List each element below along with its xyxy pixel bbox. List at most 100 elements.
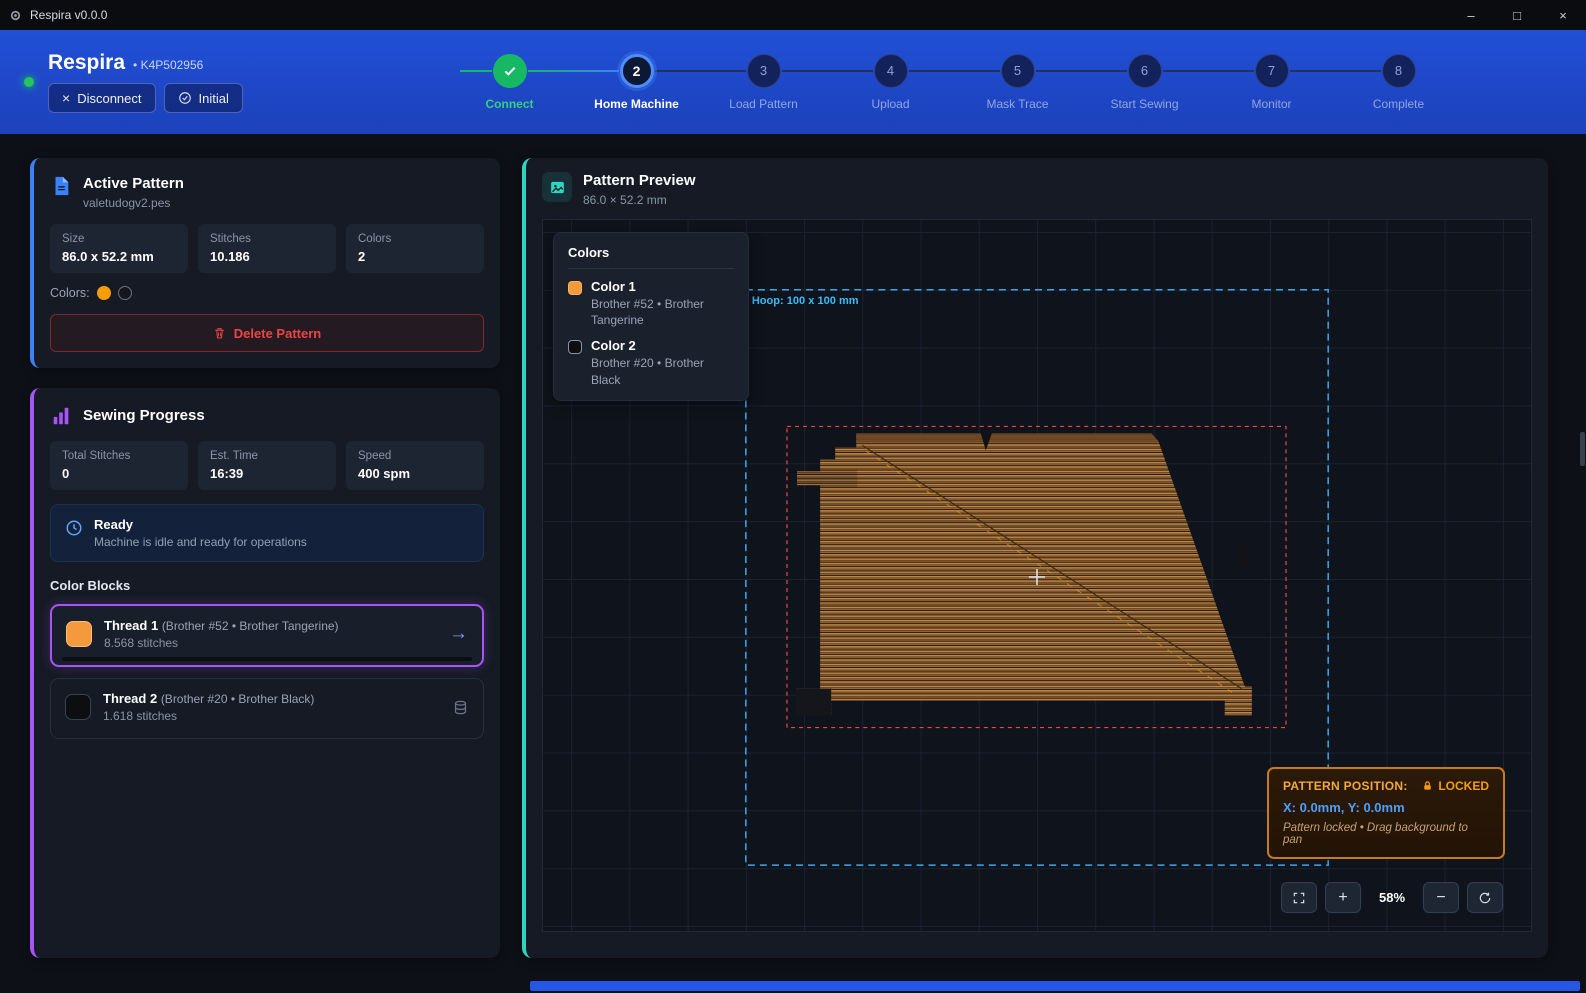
zoom-controls: + 58% − xyxy=(1281,882,1503,913)
color-swatch xyxy=(568,281,582,295)
thread-swatch xyxy=(65,694,91,720)
app-icon xyxy=(0,9,30,22)
step-label: Load Pattern xyxy=(729,97,798,111)
step-connector xyxy=(1290,70,1381,72)
step-connector xyxy=(528,70,619,72)
legend-item-color-1: Color 1 Brother #52 • Brother Tangerine xyxy=(568,279,734,328)
machine-serial: • K4P502956 xyxy=(133,58,203,72)
pattern-position-box: PATTERN POSITION: LOCKED X: 0.0mm, Y: 0.… xyxy=(1267,767,1505,859)
fit-view-icon xyxy=(1292,891,1306,905)
step-complete[interactable]: 8 Complete xyxy=(1335,54,1462,111)
zoom-level: 58% xyxy=(1369,890,1415,905)
step-label: Start Sewing xyxy=(1110,97,1178,111)
database-icon xyxy=(452,699,469,716)
thread-2-card[interactable]: Thread 2 (Brother #20 • Brother Black) 1… xyxy=(50,678,484,739)
bar-chart-icon xyxy=(50,405,72,427)
window-title: Respira v0.0.0 xyxy=(30,8,107,22)
machine-status: Ready Machine is idle and ready for oper… xyxy=(50,504,484,562)
step-connect[interactable]: Connect xyxy=(446,54,573,111)
minimize-button[interactable]: – xyxy=(1448,0,1494,30)
step-label: Monitor xyxy=(1251,97,1291,111)
horizontal-scrollbar[interactable] xyxy=(530,981,1580,991)
workflow-stepper: Connect 2 Home Machine 3 Load Pattern 4 … xyxy=(446,54,1462,111)
document-icon xyxy=(50,175,72,197)
step-label: Mask Trace xyxy=(986,97,1048,111)
step-connector xyxy=(460,70,492,72)
locked-badge: LOCKED xyxy=(1422,779,1489,793)
position-hint: Pattern locked • Drag background to pan xyxy=(1283,822,1489,846)
color-blocks-heading: Color Blocks xyxy=(50,578,484,593)
clock-icon xyxy=(65,519,83,537)
step-label: Upload xyxy=(871,97,909,111)
initial-button[interactable]: Initial xyxy=(164,83,243,113)
step-circle: 8 xyxy=(1382,54,1416,88)
fit-view-button[interactable] xyxy=(1281,882,1317,913)
preview-canvas[interactable]: Hoop: 100 x 100 mm xyxy=(542,219,1532,932)
colors-label: Colors: xyxy=(50,286,90,300)
thread-1-card[interactable]: Thread 1 (Brother #52 • Brother Tangerin… xyxy=(50,604,484,667)
step-circle: 7 xyxy=(1255,54,1289,88)
step-circle: 6 xyxy=(1128,54,1162,88)
stat-total-stitches: Total Stitches 0 xyxy=(50,441,188,490)
thread-progress-track xyxy=(62,657,472,661)
maximize-button[interactable]: □ xyxy=(1494,0,1540,30)
legend-item-color-2: Color 2 Brother #20 • Brother Black xyxy=(568,338,734,387)
black-detail-foot xyxy=(796,689,831,716)
pattern-filename: valetudogv2.pes xyxy=(83,196,184,210)
arrow-right-icon: → xyxy=(449,623,468,645)
legend-title: Colors xyxy=(568,245,734,269)
panel-title: Pattern Preview xyxy=(583,172,696,189)
step-load-pattern[interactable]: 3 Load Pattern xyxy=(700,54,827,111)
step-monitor[interactable]: 7 Monitor xyxy=(1208,54,1335,111)
color-dot-orange xyxy=(97,286,111,300)
app-window: Respira v0.0.0 – □ × Respira • K4P502956… xyxy=(0,0,1586,993)
pattern-preview-panel: Pattern Preview 86.0 × 52.2 mm xyxy=(522,158,1548,958)
hoop-label: Hoop: 100 x 100 mm xyxy=(752,295,859,307)
pattern-dimensions: 86.0 × 52.2 mm xyxy=(583,193,696,207)
step-connector xyxy=(909,70,1000,72)
step-connector xyxy=(655,70,746,72)
zoom-in-button[interactable]: + xyxy=(1325,882,1361,913)
stat-stitches: Stitches 10.186 xyxy=(198,224,336,273)
refresh-icon xyxy=(1478,891,1492,905)
step-circle: 3 xyxy=(747,54,781,88)
stat-speed: Speed 400 spm xyxy=(346,441,484,490)
image-icon xyxy=(549,179,566,196)
stat-size: Size 86.0 x 52.2 mm xyxy=(50,224,188,273)
lock-icon xyxy=(1422,780,1433,792)
status-description: Machine is idle and ready for operations xyxy=(94,535,307,549)
connection-status-dot xyxy=(24,77,34,87)
thread-swatch xyxy=(66,621,92,647)
step-connector xyxy=(782,70,873,72)
step-circle: 4 xyxy=(874,54,908,88)
delete-pattern-button[interactable]: Delete Pattern xyxy=(50,314,484,352)
position-title: PATTERN POSITION: xyxy=(1283,779,1408,793)
app-name: Respira xyxy=(48,51,125,75)
step-upload[interactable]: 4 Upload xyxy=(827,54,954,111)
x-icon: × xyxy=(62,90,70,106)
step-circle-complete xyxy=(493,54,527,88)
sewing-progress-panel: Sewing Progress Total Stitches 0 Est. Ti… xyxy=(30,388,500,958)
check-circle-icon xyxy=(178,91,192,105)
stat-colors: Colors 2 xyxy=(346,224,484,273)
app-header: Respira • K4P502956 × Disconnect Initial xyxy=(0,30,1586,134)
color-swatch xyxy=(568,340,582,354)
trash-icon xyxy=(213,326,226,340)
step-home-machine[interactable]: 2 Home Machine xyxy=(573,54,700,111)
window-titlebar: Respira v0.0.0 – □ × xyxy=(0,0,1586,30)
close-button[interactable]: × xyxy=(1540,0,1586,30)
step-mask-trace[interactable]: 5 Mask Trace xyxy=(954,54,1081,111)
disconnect-button[interactable]: × Disconnect xyxy=(48,83,156,113)
step-label: Home Machine xyxy=(594,97,679,111)
step-connector xyxy=(1163,70,1254,72)
vertical-scrollbar-thumb[interactable] xyxy=(1580,432,1585,466)
stat-est-time: Est. Time 16:39 xyxy=(198,441,336,490)
zoom-out-button[interactable]: − xyxy=(1423,882,1459,913)
step-label: Connect xyxy=(486,97,534,111)
step-start-sewing[interactable]: 6 Start Sewing xyxy=(1081,54,1208,111)
colors-legend: Colors Color 1 Brother #52 • Brother Tan… xyxy=(553,232,749,401)
status-title: Ready xyxy=(94,517,307,532)
step-circle-active: 2 xyxy=(620,54,654,88)
refresh-view-button[interactable] xyxy=(1467,882,1503,913)
panel-title: Sewing Progress xyxy=(83,407,205,424)
